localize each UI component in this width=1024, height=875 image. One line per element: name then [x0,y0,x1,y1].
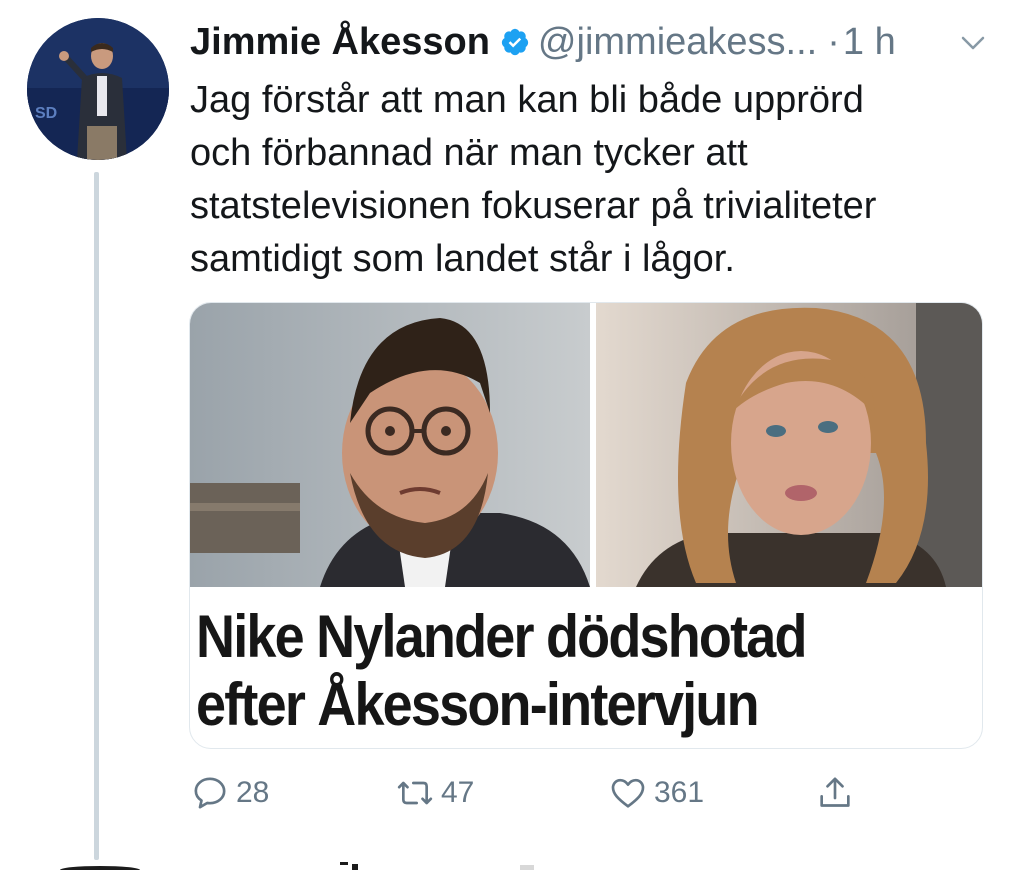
reply-button[interactable]: 28 [190,768,269,818]
tweet-text: Jag förstår att man kan bli både upprörd… [190,74,990,286]
retweet-count: 47 [441,776,475,809]
share-upload-icon [820,777,850,807]
next-tweet-peek [0,856,1024,874]
tweet-header: Jimmie Åkesson @jimmieakess... · 1 h [190,16,964,68]
verified-badge-icon [500,27,530,57]
tweet-text-line: och förbannad när man tycker att [190,132,748,174]
author-avatar[interactable]: SD [27,18,169,160]
retweet-arrows-icon [397,781,433,805]
share-button[interactable] [815,768,861,818]
media-headline-line: efter Åkesson-intervjun [196,671,760,738]
media-photo-right [596,303,982,587]
tweet-media-image[interactable]: Nike Nylander dödshotad efter Åkesson-in… [189,302,983,749]
author-handle[interactable]: @jimmieakess... [538,21,817,64]
tweet-text-line: statstelevisionen fokuserar på trivialit… [190,185,877,227]
media-headline: Nike Nylander dödshotad efter Åkesson-in… [196,603,898,739]
like-count: 361 [654,776,705,809]
tweet-text-line: samtidigt som landet står i lågor. [190,238,735,280]
author-name[interactable]: Jimmie Åkesson [190,21,490,64]
retweet-button[interactable]: 47 [395,768,474,818]
separator-dot: · [827,20,840,63]
speech-bubble-icon [194,777,226,809]
avatar-sd-logo: SD [35,105,57,122]
media-headline-line: Nike Nylander dödshotad [196,603,808,670]
like-button[interactable]: 361 [608,768,704,818]
tweet-text-line: Jag förstår att man kan bli både upprörd [190,79,864,121]
chevron-down-icon [961,36,985,50]
media-photo-left [190,303,590,587]
tweet-timestamp[interactable]: 1 h [843,21,896,64]
reply-count: 28 [236,776,270,809]
tweet-actions: 28 47 361 [190,768,890,818]
avatar-photo: SD [27,18,169,160]
heart-icon [611,778,645,808]
thread-line [94,172,99,860]
more-options-button[interactable] [958,28,988,58]
